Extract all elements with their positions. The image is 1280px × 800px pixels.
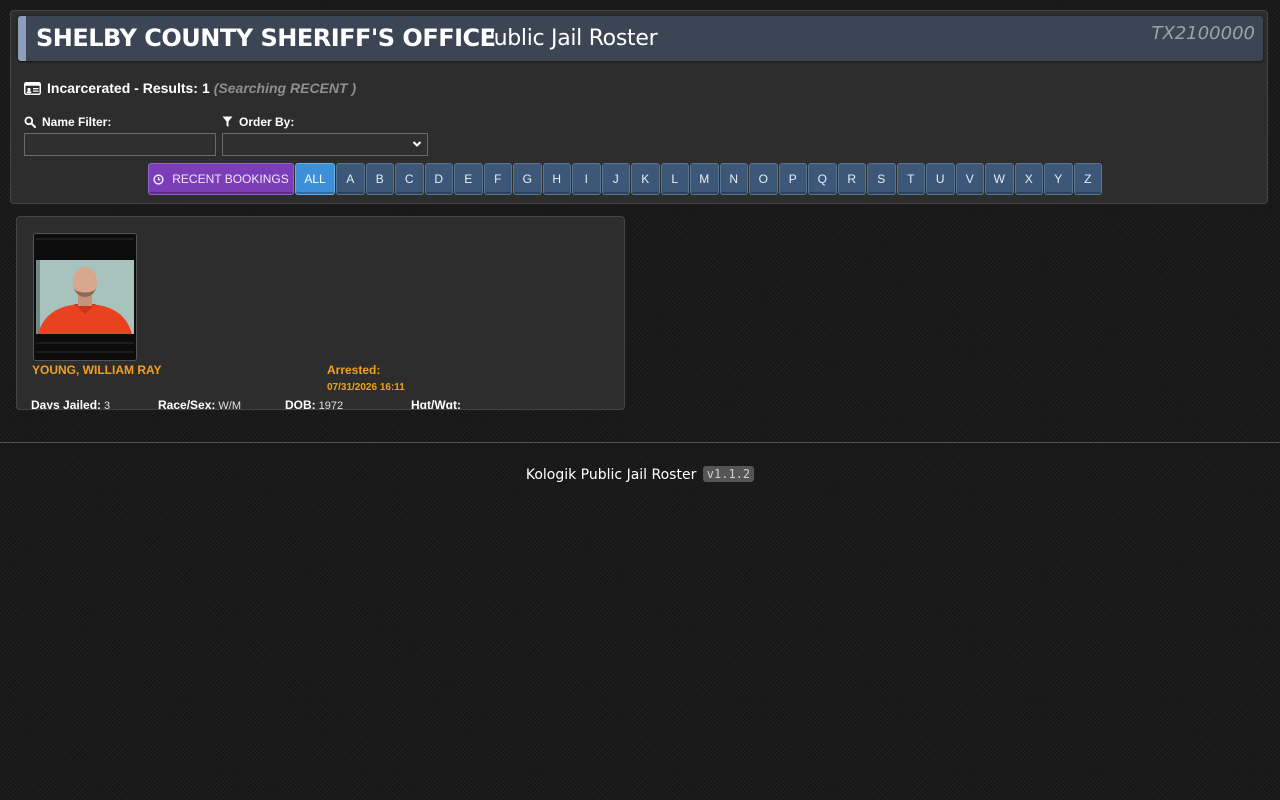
dob-field: DOB: 1972 — [285, 398, 344, 410]
results-summary: Incarcerated - Results: 1 (Searching REC… — [24, 80, 356, 96]
recent-bookings-button[interactable]: RECENT BOOKINGS — [148, 163, 294, 195]
letter-filter-q-button[interactable]: Q — [808, 163, 837, 195]
letter-filter-x-button[interactable]: X — [1014, 163, 1043, 195]
alphabet-filter-bar: RECENT BOOKINGS ALL ABCDEFGHIJKLMNOPQRST… — [148, 163, 1102, 195]
order-by-select[interactable] — [222, 133, 428, 156]
agency-code: TX2100000 — [1151, 23, 1256, 44]
letter-filter-p-button[interactable]: P — [778, 163, 807, 195]
letter-filter-o-button[interactable]: O — [749, 163, 778, 195]
searching-mode: (Searching RECENT ) — [213, 80, 357, 96]
letter-filter-all-button[interactable]: ALL — [295, 163, 335, 195]
letter-filter-b-button[interactable]: B — [365, 163, 394, 195]
letter-filter-a-button[interactable]: A — [336, 163, 365, 195]
order-by-label: Order By: — [222, 115, 294, 129]
chevron-down-icon — [411, 137, 423, 151]
filter-icon — [222, 116, 233, 128]
letter-filter-r-button[interactable]: R — [837, 163, 866, 195]
letter-filter-j-button[interactable]: J — [601, 163, 630, 195]
agency-title: SHELBY COUNTY SHERIFF'S OFFICE — [36, 24, 496, 52]
days-jailed-value: 3 — [104, 400, 111, 410]
letter-filter-e-button[interactable]: E — [454, 163, 483, 195]
name-filter-label-text: Name Filter: — [42, 115, 112, 129]
inmate-card[interactable]: YOUNG, WILLIAM RAY Arrested: 07/31/2026 … — [16, 216, 625, 410]
letter-filter-d-button[interactable]: D — [424, 163, 453, 195]
results-count: 1 — [201, 80, 210, 96]
inmate-name-link[interactable]: YOUNG, WILLIAM RAY — [32, 363, 162, 377]
footer: Kologik Public Jail Roster v1.1.2 — [0, 466, 1280, 483]
letter-filter-f-button[interactable]: F — [483, 163, 512, 195]
letter-filter-v-button[interactable]: V — [955, 163, 984, 195]
letter-filter-z-button[interactable]: Z — [1073, 163, 1102, 195]
footer-divider — [0, 442, 1280, 443]
days-jailed-field: Days Jailed: 3 — [31, 398, 111, 410]
arrested-date: 07/31/2026 16:11 — [327, 382, 405, 393]
roster-header-panel: SHELBY COUNTY SHERIFF'S OFFICE Public Ja… — [10, 10, 1268, 204]
clock-icon — [153, 173, 164, 185]
inmate-mugshot[interactable] — [33, 233, 137, 361]
race-sex-field: Race/Sex: W/M — [158, 398, 241, 410]
letter-filter-y-button[interactable]: Y — [1044, 163, 1073, 195]
letter-filter-l-button[interactable]: L — [660, 163, 689, 195]
letter-filter-g-button[interactable]: G — [513, 163, 542, 195]
recent-bookings-label: RECENT BOOKINGS — [172, 172, 289, 186]
letter-filter-n-button[interactable]: N — [719, 163, 748, 195]
letter-filter-t-button[interactable]: T — [896, 163, 925, 195]
letter-filter-h-button[interactable]: H — [542, 163, 571, 195]
letter-filter-m-button[interactable]: M — [690, 163, 719, 195]
race-sex-value: W/M — [218, 400, 241, 410]
id-card-icon — [24, 81, 41, 95]
name-filter-input[interactable] — [24, 133, 216, 156]
dob-label: DOB: — [285, 398, 316, 410]
letter-filter-u-button[interactable]: U — [926, 163, 955, 195]
letter-filter-c-button[interactable]: C — [395, 163, 424, 195]
letter-filter-i-button[interactable]: I — [572, 163, 601, 195]
title-bar: SHELBY COUNTY SHERIFF'S OFFICE Public Ja… — [18, 16, 1263, 61]
days-jailed-label: Days Jailed: — [31, 398, 102, 410]
arrested-label: Arrested: — [327, 363, 381, 377]
race-sex-label: Race/Sex: — [158, 398, 216, 410]
name-filter-label: Name Filter: — [24, 115, 111, 129]
footer-text: Kologik Public Jail Roster — [525, 467, 697, 483]
letter-filter-w-button[interactable]: W — [985, 163, 1014, 195]
order-by-label-text: Order By: — [239, 115, 295, 129]
search-icon — [24, 116, 36, 128]
letter-filter-s-button[interactable]: S — [867, 163, 896, 195]
height-weight-field: Hgt/Wgt: — [411, 398, 464, 410]
version-badge: v1.1.2 — [702, 466, 755, 482]
results-label: Incarcerated - Results: — [47, 80, 198, 96]
letter-filter-k-button[interactable]: K — [631, 163, 660, 195]
height-weight-label: Hgt/Wgt: — [411, 398, 461, 410]
dob-value: 1972 — [318, 400, 344, 410]
page-subtitle: Public Jail Roster — [481, 26, 658, 51]
